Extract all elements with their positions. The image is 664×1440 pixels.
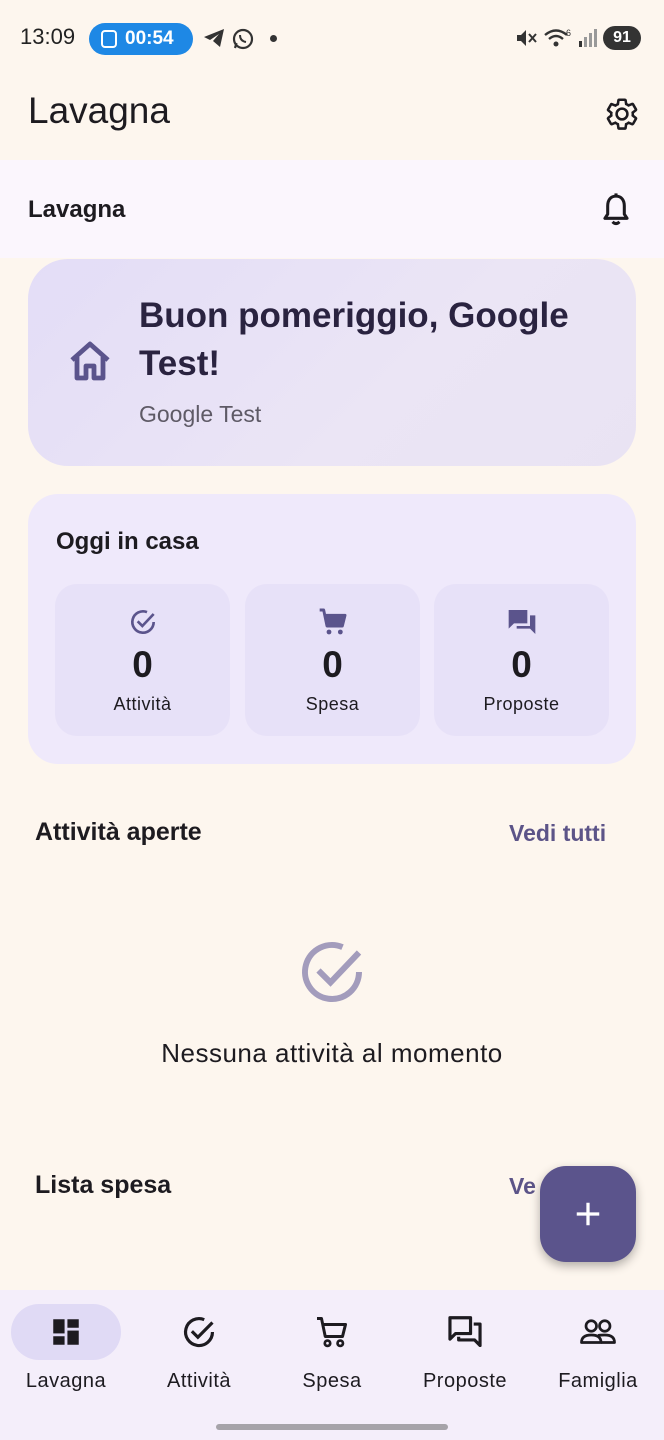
nav-item-proposte[interactable]: Proposte — [399, 1304, 531, 1404]
section-header-title: Lavagna — [28, 196, 126, 223]
stat-label: Spesa — [305, 694, 360, 714]
check-circle-icon — [302, 942, 362, 1002]
chat-icon — [448, 1316, 482, 1348]
today-summary-title: Oggi in casa — [56, 528, 199, 555]
nav-label: Lavagna — [25, 1370, 107, 1392]
stat-tile-activities[interactable]: 0 Attività — [55, 584, 230, 736]
greeting-headline: Buon pomeriggio, Google Test! — [139, 296, 569, 383]
stat-value: 0 — [322, 644, 343, 685]
mute-icon — [517, 30, 537, 46]
nav-item-famiglia[interactable]: Famiglia — [532, 1304, 664, 1404]
battery-indicator: 91 — [603, 26, 641, 50]
nav-item-attivita[interactable]: Attività — [133, 1304, 265, 1404]
status-time: 13:09 — [20, 24, 76, 49]
stopwatch-icon — [101, 30, 117, 48]
nav-item-lavagna[interactable]: Lavagna — [0, 1304, 132, 1404]
whatsapp-icon — [232, 28, 254, 50]
stat-tile-proposals[interactable]: 0 Proposte — [434, 584, 609, 736]
plus-icon — [576, 1202, 600, 1226]
empty-state-text: Nessuna attività al momento — [161, 1038, 503, 1068]
home-indicator[interactable] — [216, 1424, 448, 1430]
stat-label: Proposte — [483, 694, 560, 714]
timer-value: 00:54 — [125, 28, 174, 49]
nav-item-spesa[interactable]: Spesa — [266, 1304, 398, 1404]
dashboard-icon — [53, 1319, 79, 1345]
stat-value: 0 — [511, 644, 532, 685]
chat-icon — [508, 610, 535, 634]
notifications-button[interactable] — [594, 188, 638, 232]
people-icon — [580, 1319, 616, 1344]
add-fab-button[interactable] — [540, 1166, 636, 1262]
nav-label: Proposte — [422, 1370, 508, 1392]
open-tasks-see-all-link[interactable]: Vedi tutti — [509, 820, 606, 847]
signal-icon — [579, 29, 597, 47]
bell-icon — [603, 193, 629, 226]
shopping-list-title: Lista spesa — [35, 1171, 172, 1199]
nav-label: Famiglia — [558, 1370, 638, 1392]
open-tasks-title: Attività aperte — [35, 818, 202, 846]
svg-text:6: 6 — [566, 28, 571, 38]
telegram-icon — [204, 29, 224, 47]
cart-icon — [317, 1317, 347, 1348]
nav-label: Spesa — [302, 1370, 362, 1392]
timer-chip[interactable]: 00:54 — [89, 23, 193, 55]
wifi-icon: 6 — [544, 28, 571, 47]
home-icon — [70, 341, 110, 381]
check-circle-icon — [130, 610, 155, 635]
app-title: Lavagna — [28, 90, 170, 131]
shopping-see-all-link[interactable]: Ve — [509, 1173, 536, 1200]
notification-dot-icon — [270, 35, 277, 42]
cart-icon — [319, 608, 346, 635]
greeting-subtitle: Google Test — [139, 401, 262, 427]
stat-label: Attività — [113, 694, 172, 714]
stat-tile-shopping[interactable]: 0 Spesa — [245, 584, 420, 736]
stat-value: 0 — [132, 644, 153, 685]
nav-label: Attività — [166, 1370, 232, 1392]
gear-icon — [606, 98, 638, 130]
settings-button[interactable] — [600, 92, 644, 136]
check-circle-icon — [183, 1317, 215, 1348]
